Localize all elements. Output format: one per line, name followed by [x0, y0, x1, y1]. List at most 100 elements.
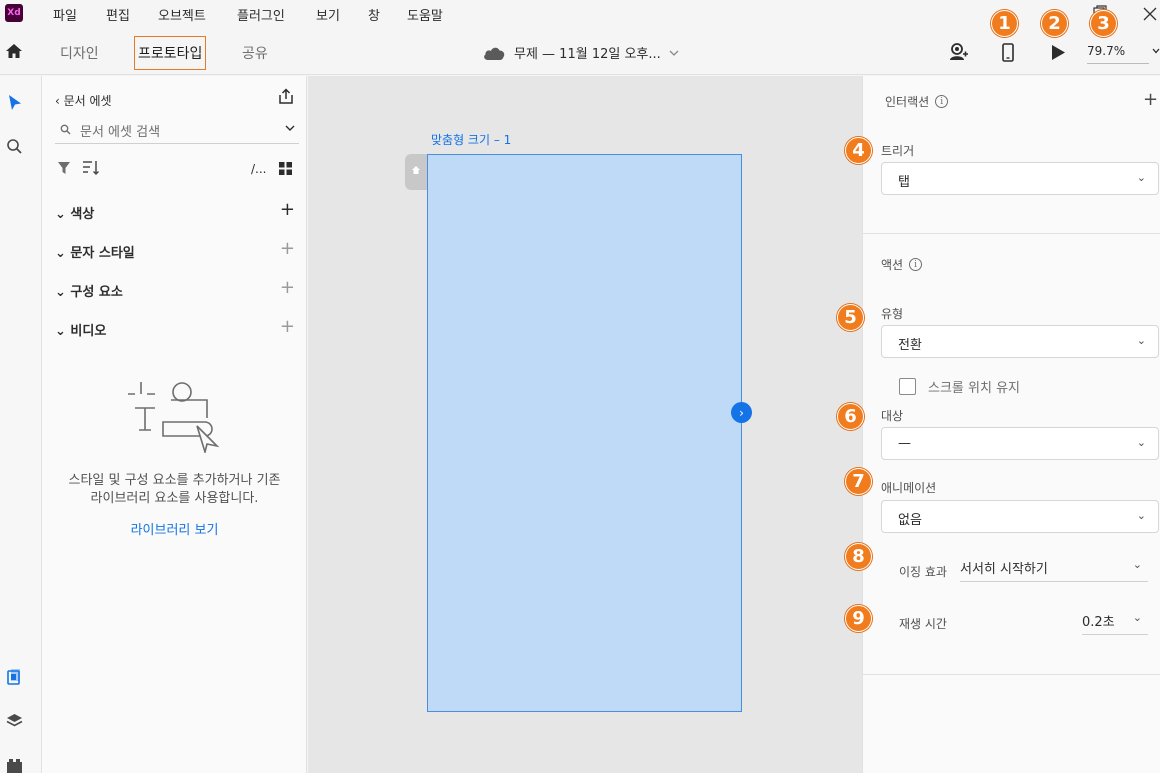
chevron-down-icon: ⌄	[1136, 334, 1146, 347]
document-title[interactable]: 무제 — 11월 12일 오후...	[482, 43, 679, 62]
chevron-down-icon: ⌄	[1136, 509, 1146, 522]
empty-assets-message: 스타일 및 구성 요소를 추가하거나 기존 라이브러리 요소를 사용합니다.	[68, 473, 281, 506]
chevron-down-icon	[669, 50, 679, 56]
assets-title[interactable]: ‹ 문서 에셋	[55, 92, 112, 109]
section-components[interactable]: ⌄ 구성 요소 +	[55, 277, 295, 300]
duration-label: 재생 시간	[899, 617, 947, 631]
section-video[interactable]: ⌄ 비디오 +	[55, 316, 295, 339]
keep-scroll-checkbox[interactable]	[899, 378, 916, 395]
callout-badge-4: 4	[845, 137, 872, 164]
xd-logo-icon: Xd	[5, 4, 23, 22]
animation-label: 애니메이션	[881, 481, 937, 495]
chevron-down-icon: ⌄	[55, 285, 71, 300]
home-icon[interactable]	[4, 41, 24, 61]
close-window-icon[interactable]	[1143, 7, 1157, 21]
type-dropdown[interactable]: 전환 ⌄	[881, 325, 1159, 358]
assets-panel: ‹ 문서 에셋 문서 에셋 검색 /... ⌄ 색상 + ⌄ 문자 스타일 + …	[42, 76, 307, 773]
chevron-down-icon: ⌄	[55, 324, 71, 339]
keep-scroll-row[interactable]: 스크롤 위치 유지	[899, 377, 1020, 396]
add-color-button[interactable]: +	[280, 199, 295, 220]
trigger-dropdown[interactable]: 탭 ⌄	[881, 162, 1159, 195]
zoom-underline	[1087, 63, 1149, 64]
tab-share[interactable]: 공유	[242, 43, 268, 63]
home-marker-icon	[412, 166, 420, 174]
wire-handle-icon[interactable]: ›	[731, 402, 752, 423]
callout-badge-3: 3	[1090, 10, 1117, 37]
prototype-inspector: 인터랙션 i + 트리거 탭 ⌄ 액션 i 유형 전환 ⌄ 스크롤 위치 유지 …	[862, 76, 1160, 773]
trigger-label: 트리거	[881, 144, 915, 158]
back-chevron-icon[interactable]: ‹	[55, 94, 64, 108]
chevron-down-icon: ⌄	[1132, 611, 1142, 624]
document-title-text: 무제 — 11월 12일 오후...	[514, 47, 661, 62]
tab-design[interactable]: 디자인	[60, 43, 99, 63]
add-video-button[interactable]: +	[280, 316, 295, 337]
search-chevron-down-icon[interactable]	[285, 125, 295, 132]
zoom-level[interactable]: 79.7%	[1087, 44, 1125, 58]
chevron-down-icon: ⌄	[1136, 171, 1146, 184]
section-colors[interactable]: ⌄ 색상 +	[55, 199, 295, 222]
filter-icon[interactable]	[57, 161, 71, 175]
interaction-header: 인터랙션 i	[885, 93, 949, 110]
app-toolbar: 디자인 프로토타입 공유 무제 — 11월 12일 오후... 79.7%	[0, 30, 1160, 75]
select-tool-icon[interactable]	[7, 94, 23, 112]
artboard[interactable]	[427, 154, 742, 712]
callout-badge-9: 9	[845, 605, 872, 632]
section-character-styles[interactable]: ⌄ 문자 스타일 +	[55, 238, 295, 261]
section-divider	[863, 674, 1160, 675]
view-libraries-link[interactable]: 라이브러리 보기	[42, 519, 307, 538]
duration-dropdown[interactable]: 0.2초 ⌄	[1082, 611, 1148, 635]
menu-file[interactable]: 파일	[53, 5, 77, 24]
section-divider	[863, 233, 1160, 234]
sort-icon[interactable]	[82, 160, 100, 176]
easing-label: 이징 효과	[899, 565, 947, 579]
export-share-icon[interactable]	[278, 88, 294, 105]
plugins-icon[interactable]	[6, 758, 23, 773]
menu-edit[interactable]: 편집	[106, 5, 130, 24]
chevron-down-icon: ⌄	[1136, 436, 1146, 449]
zoom-tool-icon[interactable]	[6, 138, 23, 155]
callout-badge-1: 1	[991, 10, 1018, 37]
design-canvas[interactable]: 맞춤형 크기 – 1 ›	[308, 76, 862, 773]
menu-help[interactable]: 도움말	[407, 5, 443, 24]
menu-view[interactable]: 보기	[316, 5, 340, 24]
callout-badge-7: 7	[845, 468, 872, 495]
add-character-style-button[interactable]: +	[280, 238, 295, 259]
list-view-toggle[interactable]: /...	[251, 162, 267, 176]
chevron-down-icon: ⌄	[55, 207, 71, 222]
home-artboard-marker[interactable]	[405, 154, 427, 190]
callout-badge-2: 2	[1041, 10, 1068, 37]
info-icon[interactable]: i	[909, 258, 923, 271]
cloud-icon	[484, 47, 505, 60]
chevron-down-icon: ⌄	[55, 246, 71, 261]
tab-prototype[interactable]: 프로토타입	[134, 36, 207, 70]
target-label: 대상	[881, 409, 904, 423]
menu-object[interactable]: 오브젝트	[158, 5, 206, 24]
artboard-label[interactable]: 맞춤형 크기 – 1	[431, 131, 511, 148]
action-header: 액션 i	[881, 256, 923, 273]
play-preview-icon[interactable]	[1050, 44, 1066, 61]
callout-badge-5: 5	[837, 304, 864, 331]
target-dropdown[interactable]: — ⌄	[881, 427, 1159, 460]
invite-user-icon[interactable]	[948, 42, 968, 62]
empty-assets-illustration-icon	[128, 382, 220, 453]
layers-icon[interactable]	[6, 713, 23, 729]
menu-bar: Xd 파일 편집 오브젝트 플러그인 보기 창 도움말	[0, 0, 1160, 30]
assets-search[interactable]: 문서 에셋 검색	[55, 118, 299, 144]
device-preview-icon[interactable]	[1001, 43, 1015, 63]
menu-plugins[interactable]: 플러그인	[237, 5, 285, 24]
chevron-down-icon: ⌄	[1132, 558, 1142, 571]
zoom-chevron-icon[interactable]	[1152, 48, 1160, 54]
search-icon	[60, 124, 71, 135]
info-icon[interactable]: i	[935, 95, 949, 108]
left-tool-rail	[0, 76, 42, 773]
menu-window[interactable]: 창	[368, 5, 380, 24]
easing-dropdown[interactable]: 서서히 시작하기 ⌄	[960, 558, 1148, 582]
assets-search-placeholder: 문서 에셋 검색	[80, 125, 161, 140]
callout-badge-8: 8	[845, 543, 872, 570]
type-label: 유형	[881, 307, 904, 321]
add-interaction-button[interactable]: +	[1143, 89, 1158, 110]
animation-dropdown[interactable]: 없음 ⌄	[881, 500, 1159, 533]
document-assets-icon[interactable]	[6, 668, 22, 686]
grid-view-icon[interactable]	[279, 162, 292, 175]
add-component-button[interactable]: +	[280, 277, 295, 298]
